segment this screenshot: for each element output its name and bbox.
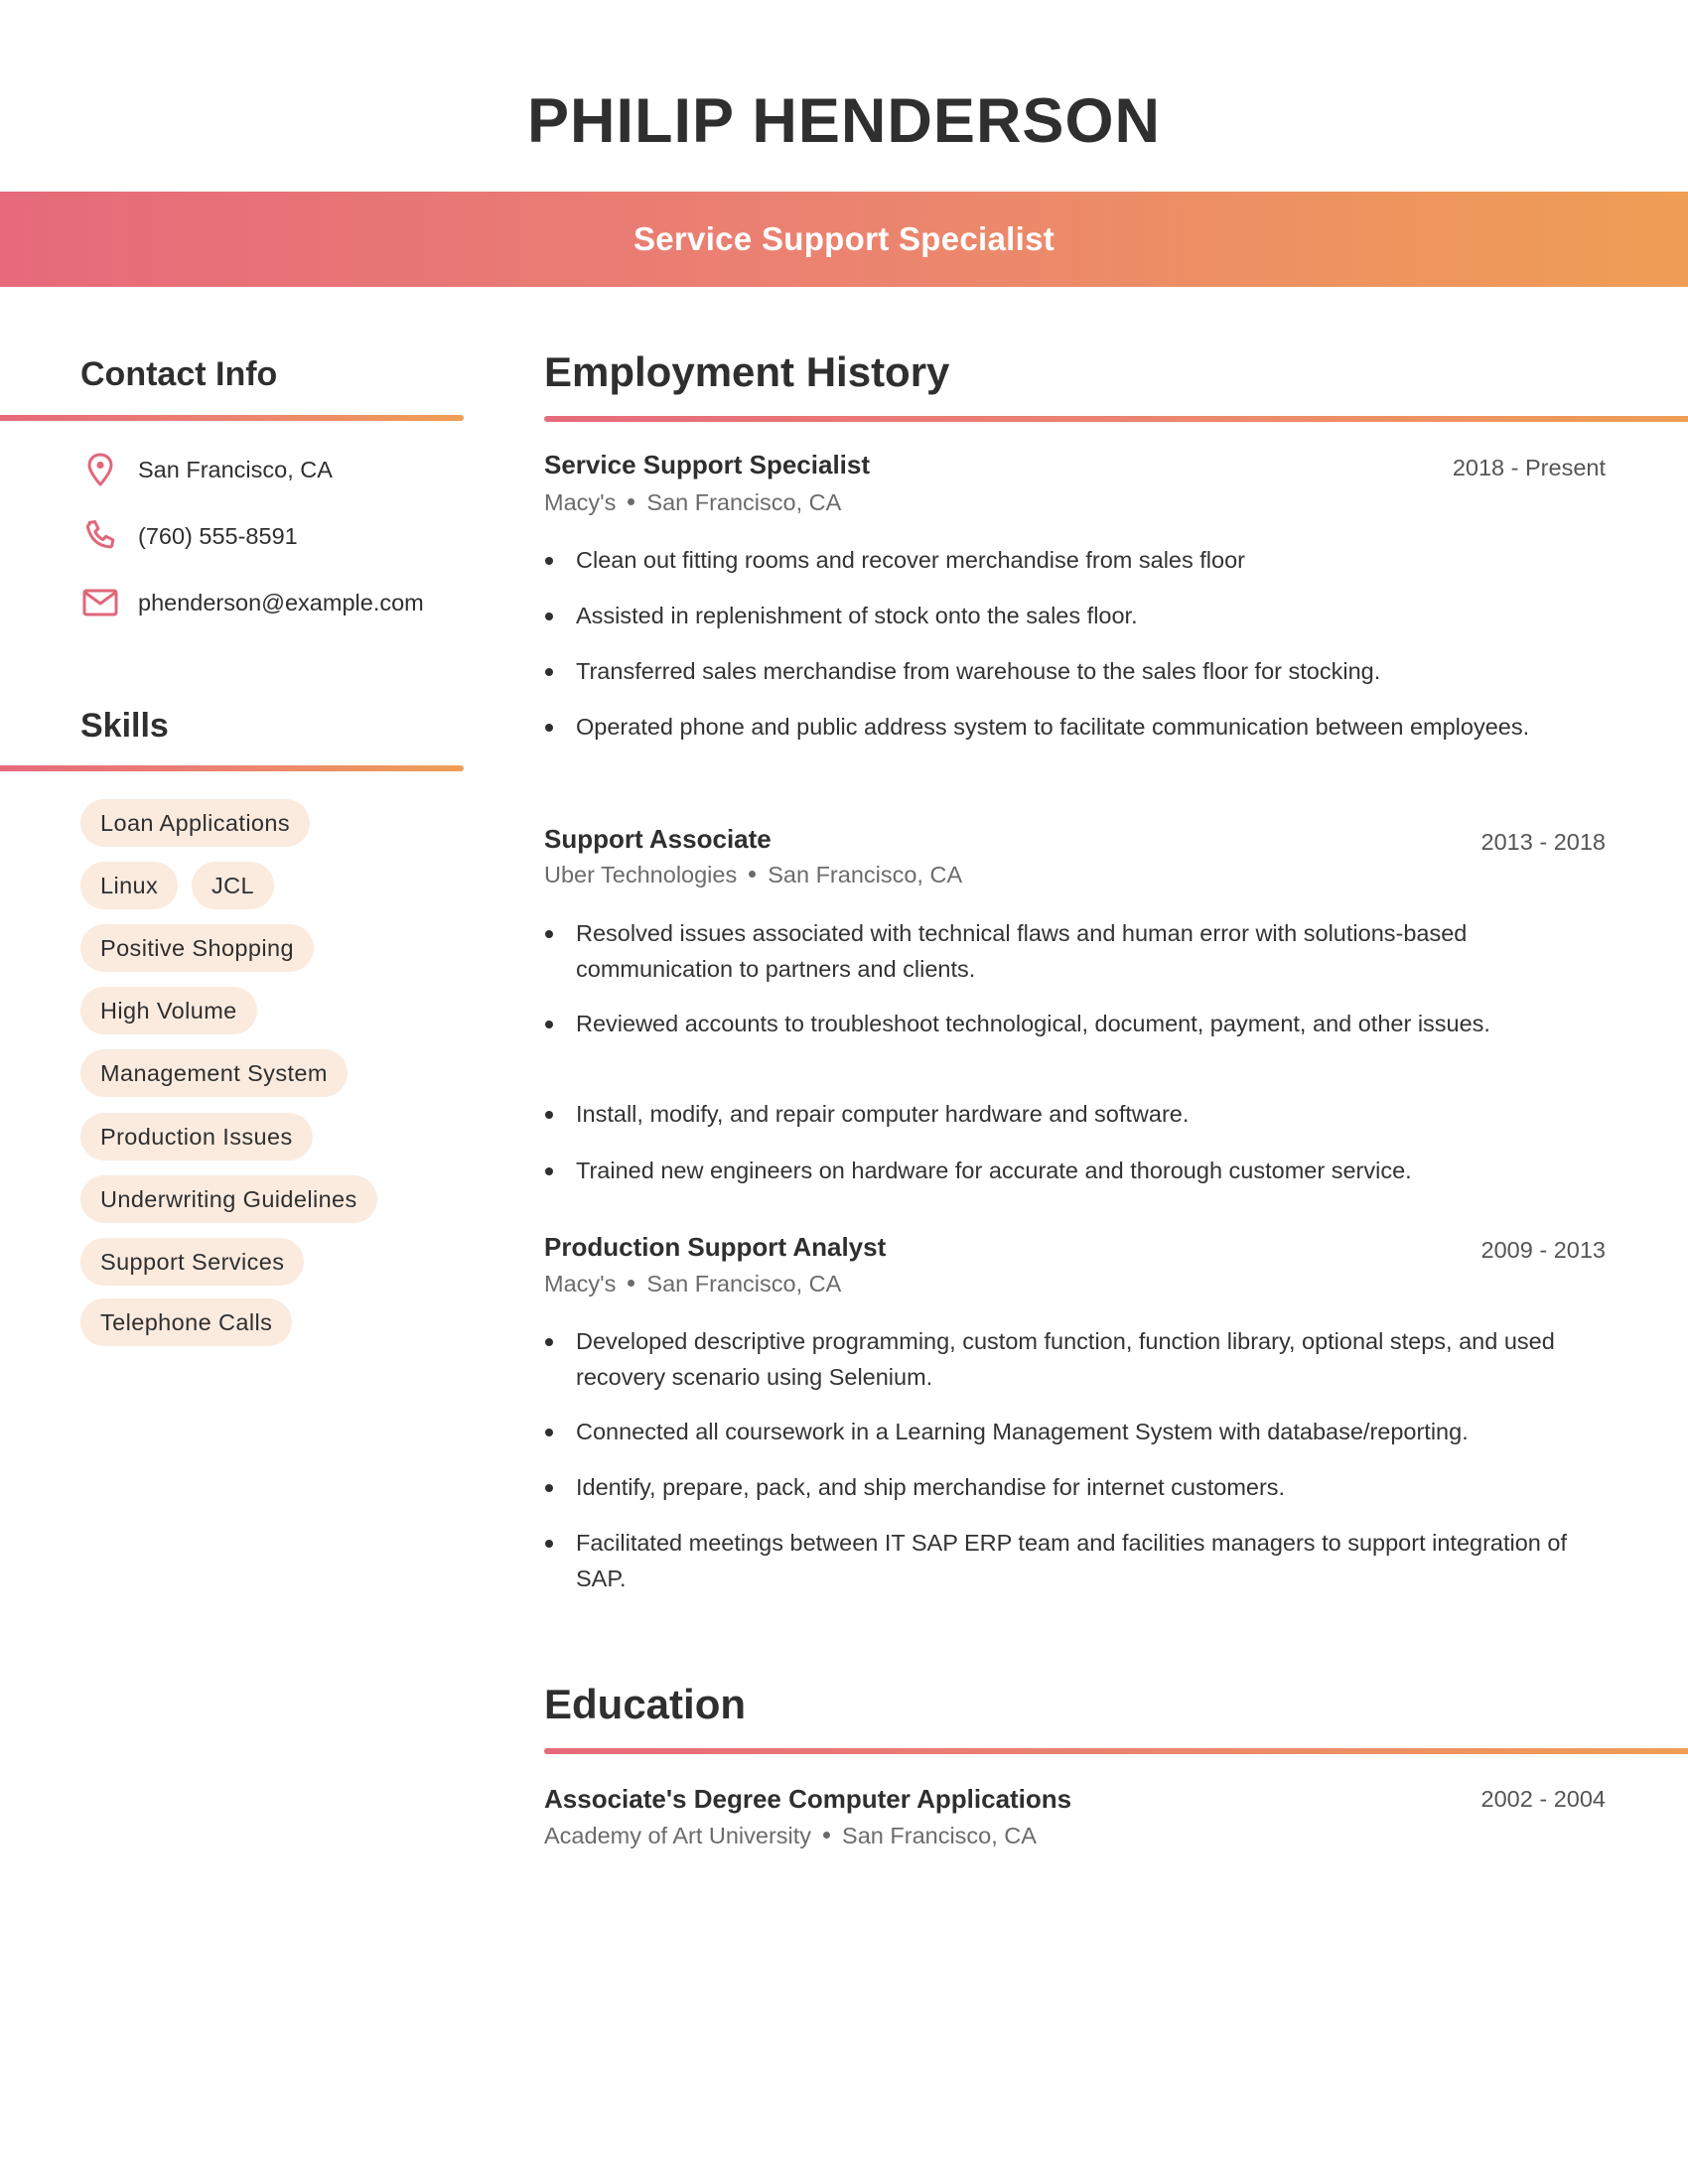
bullet-text: Developed descriptive programming, custo… xyxy=(576,1328,1555,1390)
job-company-location: Uber Technologies San Francisco, CA xyxy=(544,859,962,890)
degree-title: Associate's Degree Computer Applications xyxy=(544,1784,1072,1814)
employment-history-heading: Employment History xyxy=(544,348,950,395)
job-bullet: Facilitated meetings between IT SAP ERP … xyxy=(544,1526,1609,1596)
bullet-dot xyxy=(545,668,553,676)
bullet-text: Resolved issues associated with technica… xyxy=(576,920,1468,982)
skill-pill: Linux xyxy=(80,862,179,909)
education-dates: 2002 - 2004 xyxy=(1480,1786,1606,1812)
candidate-name: PHILIP HENDERSON xyxy=(527,86,1161,156)
job-bullet: Transferred sales merchandise from wareh… xyxy=(544,654,1609,690)
contact-phone-text: (760) 555-8591 xyxy=(138,522,298,549)
skill-pill: Underwriting Guidelines xyxy=(80,1175,377,1223)
contact-email-text: phenderson@example.com xyxy=(138,589,424,615)
bullet-text: Facilitated meetings between IT SAP ERP … xyxy=(576,1530,1567,1591)
job-dates: 2013 - 2018 xyxy=(1480,829,1606,855)
job-company: Uber Technologies xyxy=(544,862,738,887)
job-company-location: Macy's San Francisco, CA xyxy=(544,486,841,518)
skill-pill: JCL xyxy=(192,862,274,909)
bullet-dot xyxy=(545,1484,553,1492)
job-title: Production Support Analyst xyxy=(544,1232,887,1262)
job-title: Service Support Specialist xyxy=(544,450,871,479)
bullet-dot xyxy=(545,1540,553,1548)
bullet-text: Connected all coursework in a Learning M… xyxy=(576,1419,1469,1444)
bullet-text: Operated phone and public address system… xyxy=(576,714,1530,740)
bullet-dot xyxy=(545,724,553,732)
skills-divider xyxy=(0,765,464,771)
bullet-text: Reviewed accounts to troubleshoot techno… xyxy=(576,1011,1490,1036)
job-bullet: Trained new engineers on hardware for ac… xyxy=(544,1154,1609,1189)
employment-history-divider xyxy=(544,416,1688,422)
school-location: Academy of Art University San Francisco, … xyxy=(544,1820,1037,1851)
contact-email: phenderson@example.com xyxy=(80,583,424,622)
education-heading: Education xyxy=(544,1681,747,1727)
bullet-dot xyxy=(545,1338,553,1346)
bullet-text: Trained new engineers on hardware for ac… xyxy=(576,1158,1412,1183)
job-bullet: Assisted in replenishment of stock onto … xyxy=(544,599,1609,634)
job-title-subtitle: Service Support Specialist xyxy=(633,220,1055,257)
title-banner: Service Support Specialist xyxy=(0,192,1688,287)
contact-info-heading: Contact Info xyxy=(80,355,278,393)
bullet-text: Identify, prepare, pack, and ship mercha… xyxy=(576,1474,1286,1500)
skill-pill: High Volume xyxy=(80,987,257,1034)
school-location-text: San Francisco, CA xyxy=(842,1823,1037,1848)
bullet-dot xyxy=(545,930,553,938)
skill-pill: Support Services xyxy=(80,1238,305,1286)
job-dates: 2009 - 2013 xyxy=(1480,1237,1606,1263)
job-title: Support Associate xyxy=(544,824,772,854)
bullet-dot xyxy=(545,1167,553,1175)
contact-location-text: San Francisco, CA xyxy=(138,456,333,482)
job-location: San Francisco, CA xyxy=(768,862,963,887)
bullet-text: Clean out fitting rooms and recover merc… xyxy=(576,547,1245,573)
contact-info-divider xyxy=(0,415,464,421)
separator-dot xyxy=(628,498,635,506)
bullet-dot xyxy=(545,613,553,620)
bullet-dot xyxy=(545,557,553,565)
contact-location: San Francisco, CA xyxy=(80,450,333,489)
job-bullet: Identify, prepare, pack, and ship mercha… xyxy=(544,1470,1609,1506)
school-name: Academy of Art University xyxy=(544,1823,812,1848)
location-pin-icon xyxy=(80,450,120,489)
job-bullet: Clean out fitting rooms and recover merc… xyxy=(544,543,1609,579)
separator-dot xyxy=(749,871,757,879)
bullet-dot xyxy=(545,1021,553,1028)
education-divider xyxy=(544,1748,1688,1754)
skill-pill: Loan Applications xyxy=(80,799,311,847)
skills-heading: Skills xyxy=(80,707,169,745)
job-dates: 2018 - Present xyxy=(1452,455,1606,480)
job-bullet: Developed descriptive programming, custo… xyxy=(544,1324,1609,1395)
skill-pill: Positive Shopping xyxy=(80,924,314,972)
bullet-text: Assisted in replenishment of stock onto … xyxy=(576,603,1138,628)
bullet-text: Install, modify, and repair computer har… xyxy=(576,1101,1190,1127)
skill-pill: Telephone Calls xyxy=(80,1298,293,1346)
separator-dot xyxy=(628,1280,635,1288)
contact-phone: (760) 555-8591 xyxy=(80,516,298,556)
phone-icon xyxy=(80,516,120,556)
email-icon xyxy=(80,583,120,622)
separator-dot xyxy=(823,1832,831,1840)
job-bullet: Install, modify, and repair computer har… xyxy=(544,1097,1609,1133)
job-company: Macy's xyxy=(544,489,617,515)
bullet-text: Transferred sales merchandise from wareh… xyxy=(576,658,1381,684)
job-company-location: Macy's San Francisco, CA xyxy=(544,1268,841,1299)
bullet-dot xyxy=(545,1111,553,1119)
job-bullet: Reviewed accounts to troubleshoot techno… xyxy=(544,1007,1609,1042)
job-bullet: Operated phone and public address system… xyxy=(544,710,1609,746)
job-location: San Francisco, CA xyxy=(646,1271,842,1297)
skill-pill: Management System xyxy=(80,1049,348,1097)
job-bullet: Connected all coursework in a Learning M… xyxy=(544,1415,1609,1450)
bullet-dot xyxy=(545,1429,553,1436)
job-location: San Francisco, CA xyxy=(646,489,842,515)
job-bullet: Resolved issues associated with technica… xyxy=(544,916,1609,987)
skill-pill: Production Issues xyxy=(80,1113,313,1160)
job-company: Macy's xyxy=(544,1271,617,1297)
